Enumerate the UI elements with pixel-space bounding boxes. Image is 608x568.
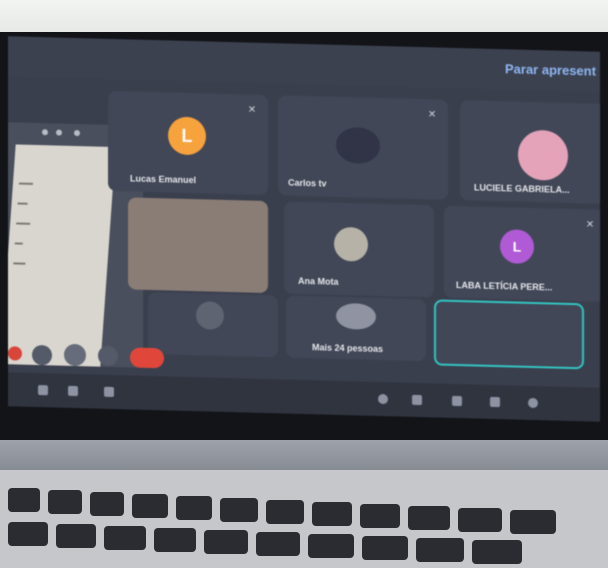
key <box>90 492 124 516</box>
key <box>308 534 354 558</box>
key <box>8 522 48 546</box>
key <box>472 540 522 564</box>
participant-tile[interactable]: L ✕ Lucas Emanuel <box>108 90 268 196</box>
chat-icon[interactable] <box>452 395 462 407</box>
mic-off-icon: ✕ <box>427 109 437 121</box>
key <box>104 526 146 550</box>
key <box>312 502 352 526</box>
key <box>176 496 212 520</box>
participant-tile[interactable]: ✕ Carlos tv <box>278 95 448 200</box>
stop-presenting-button[interactable]: Parar apresent <box>505 61 596 78</box>
key <box>360 504 400 528</box>
participant-tile[interactable]: LUCIELE GABRIELA... <box>460 100 600 205</box>
laptop-screen: Parar apresent L ✕ Lucas Emanuel ✕ Carlo… <box>8 36 600 422</box>
participant-name: Lucas Emanuel <box>130 173 197 186</box>
participant-video-tile[interactable] <box>128 197 268 294</box>
more-participants-tile[interactable]: Mais 24 pessoas <box>286 295 426 362</box>
participant-name: LABA LETÍCIA PERE... <box>456 279 553 293</box>
info-icon[interactable] <box>378 393 388 405</box>
taskbar-icon[interactable] <box>38 385 48 396</box>
keyboard <box>0 470 608 568</box>
key <box>408 506 450 530</box>
mic-off-icon: ✕ <box>585 219 595 231</box>
more-options-icon[interactable] <box>74 129 80 137</box>
key <box>204 530 248 554</box>
key <box>416 538 464 562</box>
participant-name: LUCIELE GABRIELA... <box>474 182 570 195</box>
participant-tile[interactable] <box>148 291 278 358</box>
hand-button[interactable] <box>98 345 118 367</box>
key <box>48 490 82 514</box>
participant-tile[interactable]: L ✕ LABA LETÍCIA PERE... <box>444 205 600 302</box>
pin-icon[interactable] <box>42 129 48 136</box>
fullscreen-icon[interactable] <box>56 129 62 136</box>
taskbar-icon[interactable] <box>68 385 78 397</box>
avatar <box>518 129 568 181</box>
avatar: L <box>168 116 206 156</box>
more-participants-label: Mais 24 pessoas <box>312 342 384 355</box>
key <box>510 510 556 534</box>
people-icon[interactable] <box>412 394 422 406</box>
key <box>458 508 502 532</box>
leave-indicator-icon[interactable] <box>8 346 22 361</box>
mic-button[interactable] <box>32 344 52 366</box>
avatar <box>336 126 380 164</box>
key <box>256 532 300 556</box>
document-page <box>8 144 116 367</box>
avatar <box>334 226 368 262</box>
activities-icon[interactable] <box>490 396 500 408</box>
avatar <box>336 302 376 330</box>
key <box>220 498 258 522</box>
key <box>362 536 408 560</box>
shield-icon[interactable] <box>528 397 538 409</box>
key <box>56 524 96 548</box>
key <box>8 488 40 512</box>
participant-name: Carlos tv <box>288 177 327 189</box>
taskbar-icon[interactable] <box>104 386 114 398</box>
end-call-button[interactable] <box>130 347 164 369</box>
camera-button[interactable] <box>64 343 86 367</box>
key <box>154 528 196 552</box>
laptop-photo: Parar apresent L ✕ Lucas Emanuel ✕ Carlo… <box>0 0 608 568</box>
avatar <box>196 301 224 330</box>
key <box>132 494 168 518</box>
participant-name: Ana Mota <box>298 275 339 287</box>
key <box>266 500 304 524</box>
avatar: L <box>500 229 534 265</box>
participant-tile[interactable]: Ana Mota <box>284 201 434 298</box>
mic-off-icon: ✕ <box>247 104 257 116</box>
